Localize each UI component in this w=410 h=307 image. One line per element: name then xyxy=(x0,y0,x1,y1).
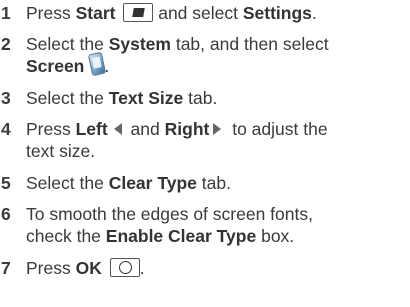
text: Select the xyxy=(26,173,109,193)
bold-text: OK xyxy=(75,258,102,278)
text: Select the xyxy=(26,88,109,108)
step-text: Press Start and select Settings. xyxy=(26,2,410,24)
text: Select the xyxy=(26,34,109,54)
bold-text: Right xyxy=(164,119,210,139)
left-arrow-icon xyxy=(113,123,122,136)
step-number: 6 xyxy=(1,204,11,224)
step-number: 5 xyxy=(1,173,11,193)
text: text size. xyxy=(26,141,96,161)
step-text: Select the Clear Type tab. xyxy=(26,172,410,194)
text: to adjust the xyxy=(227,119,328,139)
text: and select xyxy=(153,3,243,23)
text: Press xyxy=(26,258,76,278)
bold-text: Screen xyxy=(26,56,85,76)
text: tab, and then select xyxy=(170,34,329,54)
text: check the xyxy=(26,226,106,246)
step-text: Select the Text Size tab. xyxy=(26,87,410,109)
text: box. xyxy=(256,226,295,246)
text: . xyxy=(139,258,145,278)
windows-start-key-icon xyxy=(123,3,154,23)
step-number: 1 xyxy=(1,3,11,23)
bold-text: Left xyxy=(75,119,108,139)
bold-text: Start xyxy=(75,3,116,23)
bold-text: Text Size xyxy=(108,88,184,108)
text: . xyxy=(104,56,110,76)
step-number: 4 xyxy=(1,119,11,139)
right-arrow-icon xyxy=(213,123,222,136)
bold-text: Enable Clear Type xyxy=(105,226,257,246)
text: and xyxy=(125,119,165,139)
step-text: To smooth the edges of screen fonts, che… xyxy=(26,203,410,247)
ok-key-icon xyxy=(109,258,140,278)
text: . xyxy=(311,3,317,23)
text: Press xyxy=(26,3,76,23)
step-number: 2 xyxy=(1,34,11,54)
text: tab. xyxy=(196,173,231,193)
text: Press xyxy=(26,119,76,139)
step-text: Select the System tab, and then select S… xyxy=(26,33,410,77)
text: To smooth the edges of screen fonts, xyxy=(26,204,313,224)
bold-text: Clear Type xyxy=(108,173,197,193)
step-text: Press OK . xyxy=(26,257,410,279)
step-text: Press Left and Right to adjust the text … xyxy=(26,118,410,162)
step-number: 7 xyxy=(1,258,11,278)
text: tab. xyxy=(183,88,218,108)
bold-text: Settings xyxy=(242,3,312,23)
bold-text: System xyxy=(108,34,171,54)
step-number: 3 xyxy=(1,88,11,108)
